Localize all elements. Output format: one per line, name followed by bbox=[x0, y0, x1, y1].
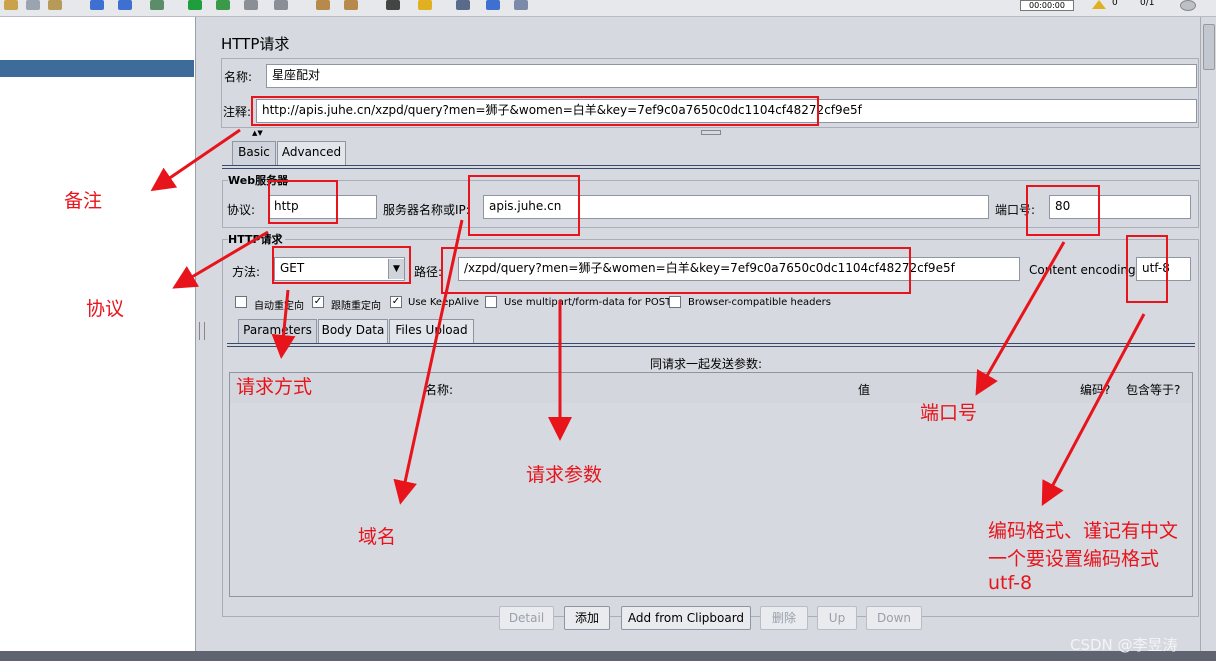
protocol-label: 协议: bbox=[227, 203, 256, 217]
divider-grip[interactable] bbox=[199, 322, 205, 340]
panel-splitter-icon[interactable] bbox=[701, 130, 721, 135]
highlight-comment bbox=[251, 96, 819, 126]
vertical-scrollbar[interactable] bbox=[1200, 17, 1216, 651]
test-plan-tree[interactable] bbox=[0, 17, 196, 651]
collapse-icon[interactable] bbox=[118, 0, 132, 10]
auto-redirect-label: 自动重定向 bbox=[254, 301, 304, 312]
method-label: 方法: bbox=[232, 265, 261, 279]
note-method: 请求方式 bbox=[236, 376, 313, 398]
comment-label: 注释: bbox=[223, 105, 252, 119]
note-protocol: 协议 bbox=[86, 298, 125, 320]
scrollbar-thumb[interactable] bbox=[1203, 24, 1215, 70]
note-domain: 域名 bbox=[358, 526, 397, 548]
search-icon[interactable] bbox=[386, 0, 400, 10]
warning-count: 0 bbox=[1112, 0, 1118, 8]
tab-underline bbox=[222, 165, 1201, 166]
note-encoding-3: utf-8 bbox=[988, 572, 1033, 594]
toggle-icon[interactable] bbox=[150, 0, 164, 10]
tab-files-upload[interactable]: Files Upload bbox=[389, 319, 474, 343]
browser-headers-checkbox[interactable] bbox=[669, 296, 681, 308]
start-no-pause-icon[interactable] bbox=[216, 0, 230, 10]
note-params: 请求参数 bbox=[526, 464, 603, 486]
subtab-underline bbox=[227, 343, 1195, 344]
selected-tree-node[interactable] bbox=[0, 60, 194, 77]
elapsed-timer: 00:00:00 bbox=[1020, 0, 1074, 11]
col-name: 名称: bbox=[425, 383, 454, 397]
note-encoding-1: 编码格式、谨记有中文 bbox=[988, 520, 1179, 542]
highlight-method bbox=[272, 246, 411, 284]
tab-underline-2 bbox=[222, 168, 1201, 169]
col-include-equals: 包含等于? bbox=[1126, 383, 1181, 397]
multipart-label: Use multipart/form-data for POST bbox=[504, 297, 672, 308]
stop-icon[interactable] bbox=[244, 0, 258, 10]
params-table-header bbox=[230, 373, 1192, 403]
collapse-arrows-icon[interactable]: ▲▼ bbox=[252, 129, 263, 137]
encoding-label: Content encoding: bbox=[1029, 263, 1140, 277]
note-comment: 备注 bbox=[64, 190, 103, 212]
tab-advanced[interactable]: Advanced bbox=[277, 141, 346, 165]
keepalive-label: Use KeepAlive bbox=[408, 297, 480, 308]
up-button[interactable]: Up bbox=[817, 606, 857, 630]
add-button[interactable]: 添加 bbox=[564, 606, 610, 630]
note-encoding-2: 一个要设置编码格式 bbox=[988, 548, 1160, 570]
follow-redirect-label: 跟随重定向 bbox=[331, 301, 381, 312]
delete-button[interactable]: 删除 bbox=[760, 606, 808, 630]
params-caption: 同请求一起发送参数: bbox=[650, 357, 763, 371]
col-encode: 编码? bbox=[1080, 383, 1111, 397]
tab-parameters[interactable]: Parameters bbox=[238, 319, 317, 343]
clear-all-icon[interactable] bbox=[344, 0, 358, 10]
note-port: 端口号 bbox=[920, 402, 978, 424]
follow-redirect-checkbox[interactable]: ✓ bbox=[312, 296, 324, 308]
panel-title: HTTP请求 bbox=[221, 35, 290, 53]
name-field[interactable]: 星座配对 bbox=[266, 64, 1197, 88]
open-icon[interactable] bbox=[4, 0, 18, 10]
thread-count: 0/1 bbox=[1140, 0, 1155, 8]
tab-basic[interactable]: Basic bbox=[232, 141, 276, 165]
clear-icon[interactable] bbox=[316, 0, 330, 10]
http-request-title: HTTP请求 bbox=[228, 231, 285, 247]
reset-search-icon[interactable] bbox=[418, 0, 432, 10]
remote-icon[interactable] bbox=[514, 0, 528, 10]
add-from-clipboard-button[interactable]: Add from Clipboard bbox=[621, 606, 751, 630]
status-icon bbox=[1180, 0, 1196, 11]
highlight-protocol bbox=[268, 180, 338, 224]
down-button[interactable]: Down bbox=[866, 606, 922, 630]
bottom-status-bar bbox=[0, 651, 1216, 661]
copy-icon[interactable] bbox=[26, 0, 40, 10]
save-icon[interactable] bbox=[48, 0, 62, 10]
path-label: 路径: bbox=[414, 265, 443, 279]
multipart-checkbox[interactable] bbox=[485, 296, 497, 308]
server-label: 服务器名称或IP: bbox=[383, 203, 470, 217]
shutdown-icon[interactable] bbox=[274, 0, 288, 10]
watermark: CSDN @李昱涛 bbox=[1070, 636, 1178, 654]
browser-headers-label: Browser-compatible headers bbox=[688, 297, 831, 308]
expand-icon[interactable] bbox=[90, 0, 104, 10]
tab-body-data[interactable]: Body Data bbox=[318, 319, 388, 343]
highlight-path bbox=[441, 247, 911, 294]
auto-redirect-checkbox[interactable] bbox=[235, 296, 247, 308]
warning-icon[interactable] bbox=[1092, 0, 1106, 9]
name-label: 名称: bbox=[224, 70, 253, 84]
highlight-server bbox=[468, 175, 580, 236]
function-helper-icon[interactable] bbox=[456, 0, 470, 10]
highlight-encoding bbox=[1126, 235, 1168, 303]
highlight-port bbox=[1026, 185, 1100, 236]
subtab-underline-2 bbox=[227, 346, 1195, 347]
detail-button[interactable]: Detail bbox=[499, 606, 554, 630]
start-icon[interactable] bbox=[188, 0, 202, 10]
col-value: 值 bbox=[858, 383, 871, 397]
help-icon[interactable] bbox=[486, 0, 500, 10]
keepalive-checkbox[interactable]: ✓ bbox=[390, 296, 402, 308]
